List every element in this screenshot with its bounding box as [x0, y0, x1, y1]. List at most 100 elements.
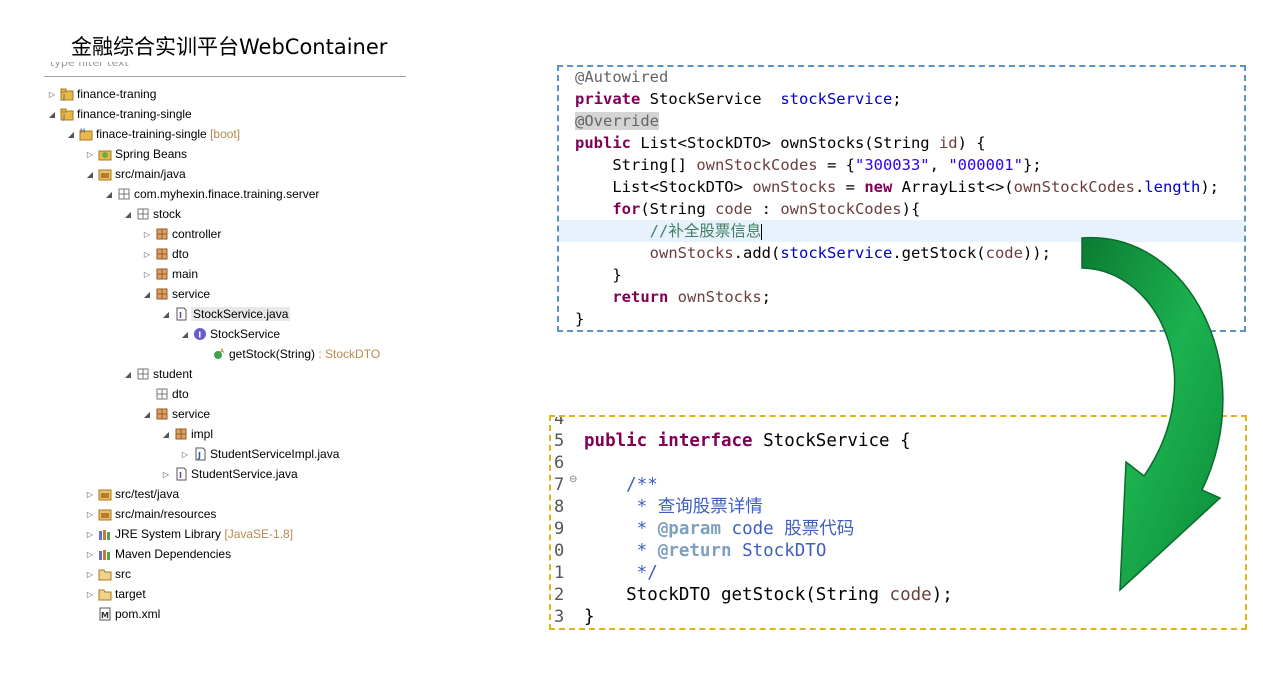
tree-item[interactable]: ▷ controller — [141, 224, 221, 244]
tree-item-label: finance-traning-single — [77, 107, 192, 121]
tree-item[interactable]: ◢ student — [122, 364, 192, 384]
tree-item[interactable]: ◢ impl — [160, 424, 213, 444]
expand-open-icon[interactable]: ◢ — [46, 105, 58, 125]
expand-open-icon[interactable]: ◢ — [179, 325, 191, 345]
expand-closed-icon[interactable]: ▷ — [84, 505, 96, 525]
tree-item[interactable]: ◢ src/main/java — [84, 164, 186, 184]
tree-item-label: StockService.java — [191, 307, 291, 321]
tree-item[interactable]: AgetStock(String) : StockDTO — [198, 344, 380, 364]
tree-item-label: student — [153, 367, 193, 381]
svg-text:A: A — [220, 348, 225, 355]
tree-item[interactable]: ◢ Jfinance-traning-single — [46, 104, 192, 124]
code-token: : — [752, 200, 781, 218]
tree-item[interactable]: ▷ dto — [141, 244, 189, 264]
spring-beans-icon — [98, 147, 112, 161]
tree-item[interactable]: ▷ Spring Beans — [84, 144, 187, 164]
fold-icon[interactable]: ⊖ — [569, 474, 577, 485]
tree-item[interactable]: ◢ service — [141, 284, 210, 304]
expand-closed-icon[interactable]: ▷ — [84, 545, 96, 565]
package-icon — [136, 207, 150, 221]
maven-project-icon: M — [79, 127, 93, 141]
expand-closed-icon[interactable]: ▷ — [46, 85, 58, 105]
expand-open-icon[interactable]: ◢ — [141, 405, 153, 425]
tree-item-label: StudentService.java — [191, 467, 298, 481]
expand-closed-icon[interactable]: ▷ — [84, 525, 96, 545]
package-icon — [136, 367, 150, 381]
package-filled-icon — [155, 287, 169, 301]
tree-item[interactable]: ◢ stock — [122, 204, 181, 224]
svg-text:I: I — [179, 471, 182, 480]
tree-item-label: getStock(String) — [229, 347, 316, 361]
code-token: public — [584, 431, 648, 451]
expand-open-icon[interactable]: ◢ — [141, 285, 153, 305]
code-token: ) { — [957, 134, 986, 152]
tree-item[interactable]: ▷ Jfinance-traning — [46, 84, 156, 104]
project-icon: J — [60, 87, 74, 101]
tree-item[interactable]: ▷ src/main/resources — [84, 504, 216, 524]
code-token: .add( — [733, 244, 781, 262]
expand-closed-icon[interactable]: ▷ — [84, 585, 96, 605]
code-token: , — [929, 156, 949, 174]
tree-item[interactable]: Mpom.xml — [84, 604, 160, 624]
code-token: return — [612, 288, 669, 306]
text-cursor — [761, 223, 763, 240]
code-token: } — [575, 310, 585, 328]
filter-input[interactable]: type filter text — [44, 62, 406, 77]
tree-item[interactable]: ◢ service — [141, 404, 210, 424]
tree-item-label: target — [115, 587, 146, 601]
expand-closed-icon[interactable]: ▷ — [141, 265, 153, 285]
method-icon: A — [212, 347, 226, 361]
expand-open-icon[interactable]: ◢ — [160, 305, 172, 325]
expand-closed-icon[interactable]: ▷ — [84, 565, 96, 585]
tree-item[interactable]: ◢ com.myhexin.finace.training.server — [103, 184, 320, 205]
tree-item[interactable]: ◢ Mfinace-training-single [boot] — [65, 124, 240, 144]
code-token: StockDTO — [742, 541, 827, 561]
tree-item-label: com.myhexin.finace.training.server — [134, 187, 320, 201]
code-line: @Override — [575, 110, 1219, 132]
expand-closed-icon[interactable]: ▷ — [84, 485, 96, 505]
code-token: * — [584, 519, 658, 539]
tree-item[interactable]: ▷ src/test/java — [84, 484, 179, 504]
tree-item-decoration: : StockDTO — [315, 347, 381, 361]
code-token: @param — [657, 519, 721, 539]
tree-item[interactable]: ▷ src — [84, 564, 131, 584]
tree-item[interactable]: ◢ I StockService.java — [160, 304, 291, 325]
code-token: code — [985, 244, 1023, 262]
tree-item[interactable]: ▷ main — [141, 264, 198, 284]
code-token: List<StockDTO> ownStocks(String — [631, 134, 939, 152]
tree-item[interactable]: ▷ JRE System Library [JavaSE-1.8] — [84, 524, 293, 544]
tree-item[interactable]: ▷ Maven Dependencies — [84, 544, 231, 564]
tree-item-label: stock — [153, 207, 182, 221]
code-line: */ — [584, 562, 953, 584]
tree-item[interactable]: ▷ target — [84, 584, 146, 604]
tree-item[interactable]: dto — [141, 384, 189, 404]
expand-open-icon[interactable]: ◢ — [122, 205, 134, 225]
code-token: ownStockCodes — [696, 156, 818, 174]
expand-closed-icon[interactable]: ▷ — [141, 245, 153, 265]
code-token: ownStocks — [649, 244, 734, 262]
expand-closed-icon[interactable]: ▷ — [179, 445, 191, 465]
expand-open-icon[interactable]: ◢ — [103, 185, 115, 205]
code-token: private — [575, 90, 641, 108]
code-token: public — [575, 134, 631, 152]
expand-open-icon[interactable]: ◢ — [160, 425, 172, 445]
expand-closed-icon[interactable]: ▷ — [84, 145, 96, 165]
expand-open-icon[interactable]: ◢ — [65, 125, 77, 145]
svg-text:M: M — [101, 611, 109, 620]
code-token: = — [836, 178, 865, 196]
interface-code[interactable]: public interface StockService { /** * 查询… — [584, 417, 953, 628]
tree-item[interactable]: ▷ I StudentService.java — [160, 464, 298, 484]
expand-open-icon[interactable]: ◢ — [122, 365, 134, 385]
tree-item-label: finace-training-single — [96, 127, 207, 141]
expand-open-icon[interactable]: ◢ — [84, 165, 96, 185]
tree-item[interactable]: ◢ I StockService — [179, 324, 280, 344]
code-token: code — [731, 519, 774, 539]
code-line: public List<StockDTO> ownStocks(String i… — [575, 132, 1219, 154]
expand-closed-icon[interactable]: ▷ — [141, 225, 153, 245]
tree-item[interactable]: ▷ J StudentServiceImpl.java — [179, 444, 339, 464]
expand-closed-icon[interactable]: ▷ — [160, 465, 172, 485]
code-token: ){ — [901, 200, 921, 218]
